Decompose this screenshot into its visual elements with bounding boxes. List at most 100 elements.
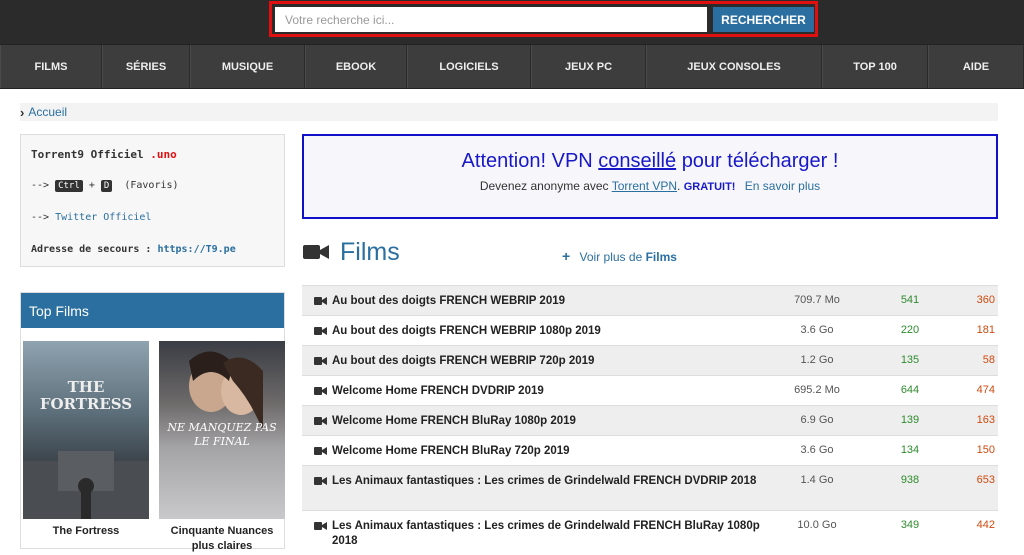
nav-item-jeux-consoles[interactable]: JEUX CONSOLES (646, 45, 822, 88)
film-caption[interactable]: The Fortress (23, 524, 149, 539)
video-camera-icon (303, 245, 329, 259)
site-title: Torrent9 Officiel .uno (31, 148, 177, 161)
torrent-seeders: 139 (900, 414, 920, 426)
torrent-leechers: 181 (976, 324, 995, 336)
table-row[interactable]: Au bout des doigts FRENCH WEBRIP 1080p 2… (302, 315, 998, 345)
torrent-size: 709.7 Mo (794, 294, 840, 306)
nav-item-series[interactable]: SÉRIES (102, 45, 190, 88)
video-camera-icon (314, 327, 327, 335)
learn-more-link[interactable]: En savoir plus (745, 179, 820, 193)
secours-link[interactable]: https://T9.pe (157, 244, 235, 255)
search-input[interactable] (275, 7, 707, 32)
film-caption[interactable]: Cinquante Nuances plus claires (159, 524, 285, 554)
top-films-title: Top Films (21, 293, 284, 328)
torrent-seeders: 134 (900, 444, 920, 456)
nav-item-aide[interactable]: AIDE (928, 45, 1024, 88)
info-box: Torrent9 Officiel .uno --> Ctrl + D (Fav… (20, 134, 285, 267)
nav-item-ebook[interactable]: EBOOK (305, 45, 407, 88)
torrent-name-link[interactable]: Welcome Home FRENCH DVDRIP 2019 (332, 384, 772, 399)
favoris-label: (Favoris) (124, 180, 179, 191)
table-row[interactable]: Au bout des doigts FRENCH WEBRIP 2019 709… (302, 285, 998, 315)
see-more-bold: Films (645, 250, 677, 264)
table-row[interactable]: Welcome Home FRENCH DVDRIP 2019 695.2 Mo 6… (302, 375, 998, 405)
films-section-title: Films (340, 237, 400, 266)
breadcrumb-home-link[interactable]: Accueil (28, 105, 67, 119)
top-film-card[interactable]: NE MANQUEZ PAS LE FINAL Cinquante Nuance… (159, 341, 285, 554)
torrent-size: 10.0 Go (797, 519, 837, 531)
poster-title-line: NE MANQUEZ PAS (167, 421, 277, 434)
top-film-card[interactable]: THE FORTRESS The Fortress (23, 341, 149, 539)
search-button[interactable]: RECHERCHER (713, 7, 814, 32)
chevron-right-icon: › (20, 104, 25, 120)
torrent-name-link[interactable]: Au bout des doigts FRENCH WEBRIP 2019 (332, 294, 772, 309)
top-films-panel: Top Films THE FORTRESS The Fortress NE M… (20, 292, 285, 552)
see-more-prefix: Voir plus de (579, 250, 643, 264)
gratuit-label: GRATUIT! (683, 181, 736, 193)
ctrl-key: Ctrl (55, 180, 83, 192)
table-row[interactable]: Welcome Home FRENCH BluRay 1080p 2019 6.9… (302, 405, 998, 435)
twitter-link[interactable]: Twitter Officiel (55, 212, 151, 223)
torrent-size: 6.9 Go (800, 414, 834, 426)
plus-icon: + (562, 248, 571, 264)
films-table: Au bout des doigts FRENCH WEBRIP 2019 709… (302, 285, 998, 555)
poster-title-line: THE (67, 378, 105, 396)
torrent-leechers: 653 (976, 474, 995, 486)
vpn-conseille-link[interactable]: conseillé (598, 150, 676, 172)
torrent-seeders: 644 (900, 384, 920, 396)
table-row[interactable]: Les Animaux fantastiques : Les crimes de… (302, 510, 998, 555)
vpn-subtitle: Devenez anonyme avec Torrent VPN. GRATUI… (479, 179, 821, 193)
torrent-name-link[interactable]: Les Animaux fantastiques : Les crimes de… (332, 519, 772, 549)
vpn-banner: Attention! VPN conseillé pour télécharge… (302, 134, 998, 219)
torrent-seeders: 135 (900, 354, 920, 366)
site-tld: .uno (150, 148, 177, 161)
torrent-size: 1.2 Go (800, 354, 834, 366)
secours-line: Adresse de secours : https://T9.pe (31, 244, 236, 255)
nav-item-logiciels[interactable]: LOGICIELS (407, 45, 531, 88)
table-row[interactable]: Au bout des doigts FRENCH WEBRIP 720p 20… (302, 345, 998, 375)
arrow-prefix: --> (31, 180, 50, 191)
plus-sign: + (88, 180, 95, 191)
torrent-name-link[interactable]: Les Animaux fantastiques : Les crimes de… (332, 474, 772, 489)
torrent-size: 3.6 Go (800, 324, 834, 336)
table-row[interactable]: Les Animaux fantastiques : Les crimes de… (302, 465, 998, 510)
video-camera-icon (314, 417, 327, 425)
breadcrumb: › Accueil (20, 103, 998, 121)
top-bar: RECHERCHER (0, 0, 1024, 44)
torrent-seeders: 220 (900, 324, 920, 336)
poster-image[interactable]: THE FORTRESS (23, 341, 149, 519)
torrent-name-link[interactable]: Au bout des doigts FRENCH WEBRIP 1080p 2… (332, 324, 772, 339)
main-nav: FILMS SÉRIES MUSIQUE EBOOK LOGICIELS JEU… (0, 44, 1024, 89)
torrent-name-link[interactable]: Welcome Home FRENCH BluRay 1080p 2019 (332, 414, 772, 429)
nav-item-top-100[interactable]: TOP 100 (822, 45, 928, 88)
poster-image[interactable]: NE MANQUEZ PAS LE FINAL (159, 341, 285, 519)
video-camera-icon (314, 387, 327, 395)
torrent-leechers: 58 (982, 354, 995, 366)
torrent-vpn-link[interactable]: Torrent VPN (612, 179, 677, 193)
poster-title-line: FORTRESS (39, 395, 133, 413)
arrow-prefix: --> (31, 212, 50, 223)
vpn-title-text: pour télécharger ! (681, 150, 839, 172)
torrent-seeders: 938 (900, 474, 920, 486)
site-name: Torrent9 Officiel (31, 148, 144, 161)
torrent-seeders: 349 (900, 519, 920, 531)
nav-item-jeux-pc[interactable]: JEUX PC (531, 45, 646, 88)
video-camera-icon (314, 357, 327, 365)
films-section-header: Films (302, 234, 400, 270)
nav-item-films[interactable]: FILMS (0, 45, 102, 88)
torrent-name-link[interactable]: Welcome Home FRENCH BluRay 720p 2019 (332, 444, 772, 459)
torrent-name-link[interactable]: Au bout des doigts FRENCH WEBRIP 720p 20… (332, 354, 772, 369)
torrent-leechers: 163 (976, 414, 995, 426)
torrent-size: 1.4 Go (800, 474, 834, 486)
torrent-leechers: 360 (976, 294, 995, 306)
nav-item-musique[interactable]: MUSIQUE (190, 45, 305, 88)
video-camera-icon (314, 477, 327, 485)
search-form: RECHERCHER (269, 1, 818, 37)
vpn-title-text: Attention! VPN (461, 150, 593, 172)
torrent-leechers: 474 (976, 384, 995, 396)
torrent-seeders: 541 (900, 294, 920, 306)
torrent-leechers: 150 (976, 444, 995, 456)
table-row[interactable]: Welcome Home FRENCH BluRay 720p 2019 3.6 … (302, 435, 998, 465)
see-more-films-link[interactable]: + Voir plus de Films (562, 248, 677, 264)
shortcut-line: --> Ctrl + D (Favoris) (31, 180, 179, 192)
video-camera-icon (314, 297, 327, 305)
